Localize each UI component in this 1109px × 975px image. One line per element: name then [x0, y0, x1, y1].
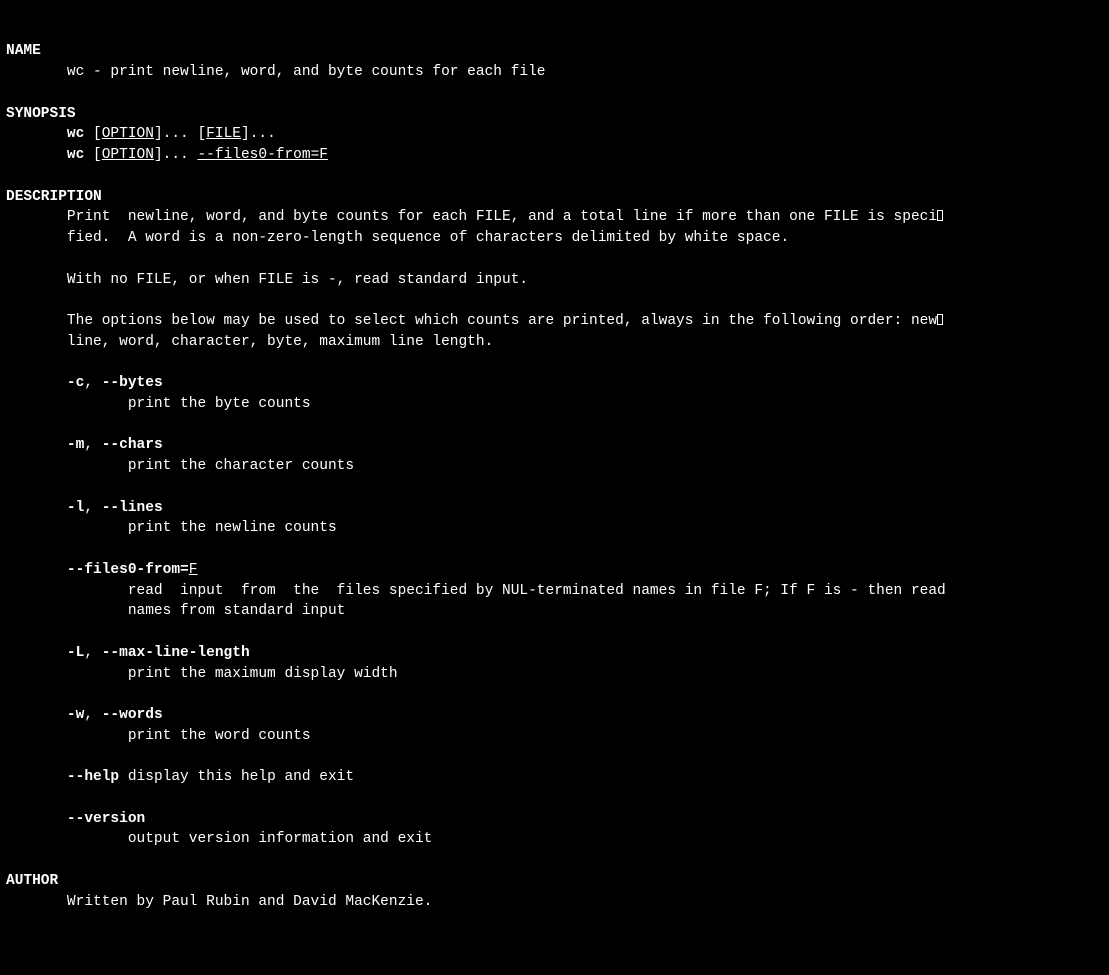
- synopsis-option-placeholder-1: OPTION: [102, 126, 154, 142]
- option-sep: ,: [84, 645, 101, 661]
- option-words-short: -w: [67, 707, 84, 723]
- option-chars-desc: print the character counts: [128, 458, 354, 474]
- synopsis-file-placeholder: FILE: [206, 126, 241, 142]
- option-sep: ,: [84, 500, 101, 516]
- option-version-long: --version: [67, 811, 145, 827]
- synopsis-dots-3: ...: [163, 147, 189, 163]
- option-lines-desc: print the newline counts: [128, 520, 337, 536]
- synopsis-dots-2: ...: [250, 126, 276, 142]
- desc-para1-b: fied. A word is a non-zero-length sequen…: [67, 230, 789, 246]
- option-files0-arg: F: [189, 562, 198, 578]
- section-heading-author: AUTHOR: [6, 873, 58, 889]
- synopsis-option-placeholder-2: OPTION: [102, 147, 154, 163]
- option-bytes-short: -c: [67, 375, 84, 391]
- synopsis-files0-flag: --files0-from=: [197, 147, 319, 163]
- desc-para3-b: line, word, character, byte, maximum lin…: [67, 334, 493, 350]
- section-heading-description: DESCRIPTION: [6, 189, 102, 205]
- option-files0-long: --files0-from=: [67, 562, 189, 578]
- desc-para2: With no FILE, or when FILE is -, read st…: [67, 272, 528, 288]
- option-bytes-desc: print the byte counts: [128, 396, 311, 412]
- option-help-desc: display this help and exit: [128, 769, 354, 785]
- option-sep: ,: [84, 375, 101, 391]
- option-words-desc: print the word counts: [128, 728, 311, 744]
- option-sep: ,: [84, 707, 101, 723]
- section-heading-name: NAME: [6, 43, 41, 59]
- option-help-long: --help: [67, 769, 119, 785]
- option-chars-short: -m: [67, 437, 84, 453]
- option-lines-short: -l: [67, 500, 84, 516]
- option-files0-desc-a: read input from the files specified by N…: [128, 583, 946, 599]
- synopsis-files0-arg: F: [319, 147, 328, 163]
- option-files0-desc-b: names from standard input: [128, 603, 346, 619]
- author-text: Written by Paul Rubin and David MacKenzi…: [67, 894, 432, 910]
- synopsis-cmd-2: wc: [67, 147, 84, 163]
- desc-para3-a: The options below may be used to select …: [67, 313, 937, 329]
- option-sep: ,: [84, 437, 101, 453]
- hyphenation-glyph-2: [937, 314, 943, 325]
- option-lines-long: --lines: [102, 500, 163, 516]
- option-maxline-desc: print the maximum display width: [128, 666, 398, 682]
- option-maxline-short: -L: [67, 645, 84, 661]
- name-text: wc - print newline, word, and byte count…: [67, 64, 546, 80]
- section-heading-synopsis: SYNOPSIS: [6, 106, 76, 122]
- synopsis-cmd-1: wc: [67, 126, 84, 142]
- hyphenation-glyph-1: [937, 210, 943, 221]
- synopsis-dots-1: ...: [163, 126, 189, 142]
- desc-para1-a: Print newline, word, and byte counts for…: [67, 209, 937, 225]
- option-version-desc: output version information and exit: [128, 831, 433, 847]
- option-maxline-long: --max-line-length: [102, 645, 250, 661]
- option-chars-long: --chars: [102, 437, 163, 453]
- option-bytes-long: --bytes: [102, 375, 163, 391]
- option-words-long: --words: [102, 707, 163, 723]
